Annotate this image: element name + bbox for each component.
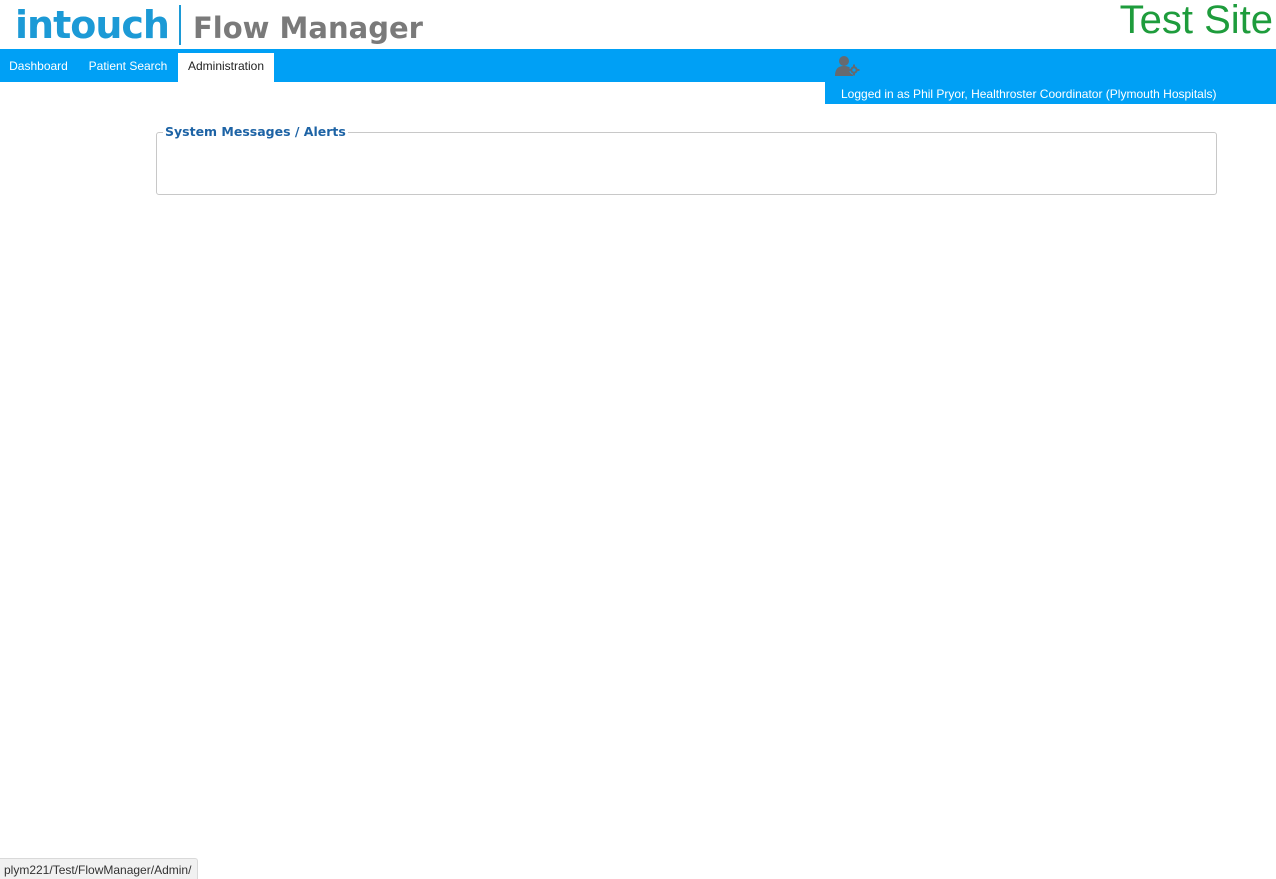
page: intouch Flow Manager Test Site Dashboard… (0, 0, 1276, 879)
status-bar-url: plym221/Test/FlowManager/Admin/ (0, 858, 199, 879)
logo-product: Flow Manager (192, 11, 423, 45)
tab-dashboard[interactable]: Dashboard (0, 53, 77, 82)
nav-bar: Dashboard Patient Search Administration (0, 49, 1276, 82)
logged-in-label: Logged in as Phil Pryor, Healthroster Co… (841, 87, 1217, 101)
tab-administration[interactable]: Administration (178, 53, 274, 82)
system-messages-panel (156, 132, 1217, 195)
app-logo[interactable]: intouch Flow Manager (15, 2, 423, 48)
logo-divider (178, 5, 181, 45)
tab-patient-search[interactable]: Patient Search (79, 53, 177, 82)
header: intouch Flow Manager Test Site (0, 0, 1276, 49)
system-messages-title: System Messages / Alerts (163, 124, 348, 140)
user-settings-icon[interactable] (835, 55, 861, 77)
logo-brand: intouch (15, 3, 170, 47)
site-label: Test Site (1119, 0, 1273, 42)
